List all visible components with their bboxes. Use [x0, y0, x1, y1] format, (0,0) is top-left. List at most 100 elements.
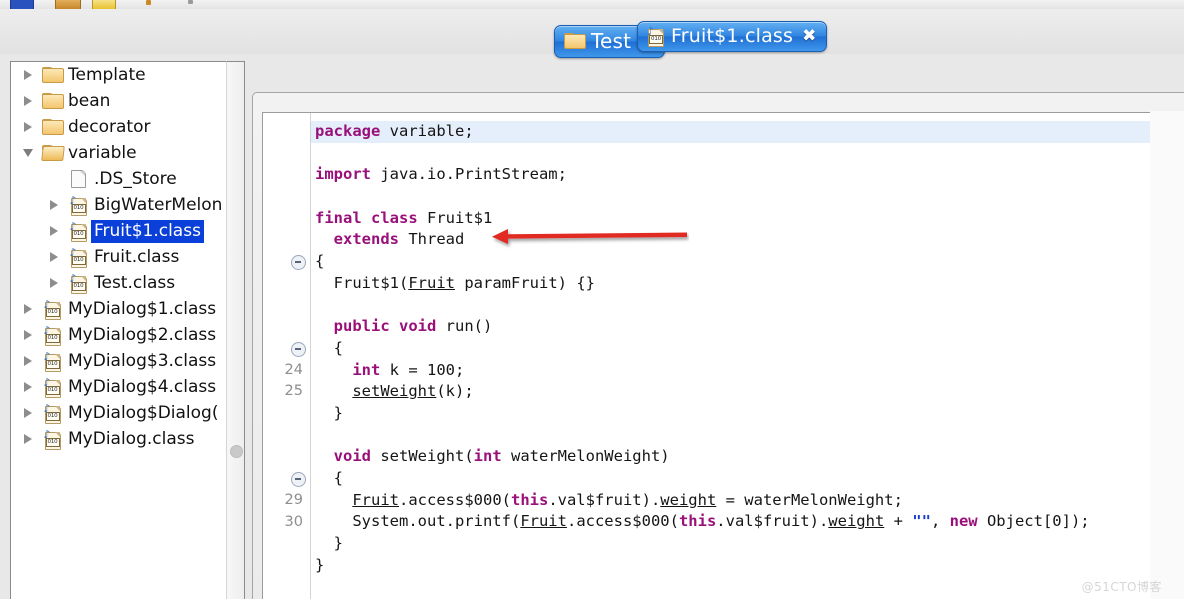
tree-item-icon	[65, 170, 91, 188]
code-token: System.out.printf(	[315, 512, 521, 531]
chevron-right-icon[interactable]	[17, 122, 39, 132]
code-line[interactable]	[311, 295, 1184, 317]
tree-item-label: MyDialog$4.class	[68, 376, 217, 397]
tree-item-mydialog-dialog[interactable]: ♪ 010 MyDialog$Dialog(	[11, 400, 227, 426]
editor-surface[interactable]: 24 25 29 30 package variable; import java.i…	[262, 112, 1184, 603]
editor-gutter[interactable]: 24 25 29 30	[263, 113, 311, 602]
close-icon[interactable]: ✖	[802, 27, 816, 45]
class-file-icon: ♪ 010	[70, 273, 87, 294]
chevron-right-icon[interactable]	[17, 434, 39, 444]
tree-item-ds-store[interactable]: .DS_Store	[11, 166, 227, 192]
chevron-right-icon[interactable]	[43, 226, 65, 236]
tree-item-label: Template	[68, 64, 146, 85]
code-token: paramFruit) {}	[455, 273, 595, 292]
code-line[interactable]	[311, 186, 1184, 208]
chevron-right-icon[interactable]	[43, 252, 65, 262]
code-line[interactable]: System.out.printf(Fruit.access$000(this.…	[311, 511, 1184, 533]
chevron-right-icon[interactable]	[17, 96, 39, 106]
tree-item-bean[interactable]: bean	[11, 88, 227, 114]
file-tree-scrollbar[interactable]	[226, 61, 245, 603]
code-token: .access$000(	[566, 512, 679, 531]
line-number: 24	[284, 361, 303, 378]
code-line[interactable]: }	[311, 403, 1184, 425]
code-line[interactable]: Fruit.access$000(this.val$fruit).weight …	[311, 490, 1184, 512]
tree-item-fruit-1-class[interactable]: ♪ 010 Fruit$1.class	[11, 218, 227, 244]
code-line[interactable]	[311, 143, 1184, 165]
code-line[interactable]: int k = 100;	[311, 360, 1184, 382]
code-token: variable;	[380, 122, 474, 140]
tree-item-variable[interactable]: variable	[11, 140, 227, 166]
class-file-icon: ♪ 010	[44, 429, 61, 450]
code-line[interactable]: {	[311, 251, 1184, 273]
code-line[interactable]: public void run()	[311, 316, 1184, 338]
class-file-icon: ♪ 010	[44, 299, 61, 320]
project-tabbar: Test ✖	[0, 9, 1184, 58]
tree-item-mydialog-4-class[interactable]: ♪ 010 MyDialog$4.class	[11, 374, 227, 400]
code-line[interactable]: setWeight(k);	[311, 381, 1184, 403]
chevron-right-icon[interactable]	[17, 304, 39, 314]
code-line[interactable]: package variable;	[311, 121, 1184, 143]
class-file-icon: ♪ 010	[44, 351, 61, 372]
tree-item-mydialog-2-class[interactable]: ♪ 010 MyDialog$2.class	[11, 322, 227, 348]
tree-item-template[interactable]: Template	[11, 62, 227, 88]
chevron-right-icon[interactable]	[17, 70, 39, 80]
scrollbar-grip[interactable]	[230, 445, 243, 458]
code-line[interactable]: import java.io.PrintStream;	[311, 164, 1184, 186]
code-token: }	[315, 403, 343, 422]
fold-collapse-icon[interactable]	[291, 255, 306, 271]
tree-item-icon	[39, 119, 65, 135]
file-tree-panel[interactable]: Template bean decorator variable .DS_Store ♪ 0…	[10, 61, 227, 603]
tree-item-fruit-class[interactable]: ♪ 010 Fruit.class	[11, 244, 227, 270]
chevron-right-icon[interactable]	[17, 382, 39, 392]
code-line[interactable]	[311, 425, 1184, 447]
code-token: Fruit	[520, 512, 567, 531]
editor-tab-fruit-class[interactable]: ♪ 010 Fruit$1.class ✖	[637, 21, 828, 52]
tree-item-icon: ♪ 010	[65, 273, 91, 294]
tree-item-label: Fruit.class	[94, 246, 180, 267]
tree-item-mydialog-class[interactable]: ♪ 010 MyDialog.class	[11, 426, 227, 452]
line-number: 30	[284, 513, 303, 530]
code-token: weight	[828, 512, 885, 531]
class-file-icon: ♪ 010	[44, 403, 61, 424]
code-token: 0	[1052, 512, 1062, 531]
code-token: int	[473, 447, 502, 466]
tree-item-decorator[interactable]: decorator	[11, 114, 227, 140]
tree-item-mydialog-3-class[interactable]: ♪ 010 MyDialog$3.class	[11, 348, 227, 374]
code-line[interactable]: extends Thread	[311, 229, 1184, 251]
code-area[interactable]: package variable; import java.io.PrintSt…	[311, 113, 1184, 602]
small-dot-icon[interactable]	[146, 0, 151, 5]
fold-collapse-icon[interactable]	[291, 472, 306, 488]
small-grey-dot-icon[interactable]	[188, 0, 193, 4]
chevron-right-icon[interactable]	[17, 408, 39, 418]
code-line[interactable]: {	[311, 338, 1184, 360]
code-token: this	[510, 490, 549, 509]
chevron-right-icon[interactable]	[43, 200, 65, 210]
tree-item-icon: ♪ 010	[39, 325, 65, 346]
tree-item-bigwatermelon[interactable]: ♪ 010 BigWaterMelon	[11, 192, 227, 218]
code-token: }	[315, 555, 325, 574]
code-token: {	[315, 252, 325, 271]
code-token: Object[	[977, 512, 1053, 531]
code-line[interactable]: }	[311, 533, 1184, 555]
code-token: +	[884, 512, 913, 531]
code-line[interactable]: Fruit$1(Fruit paramFruit) {}	[311, 273, 1184, 295]
code-line[interactable]: {	[311, 468, 1184, 490]
code-token: Fruit$1	[417, 208, 493, 227]
tree-item-test-class[interactable]: ♪ 010 Test.class	[11, 270, 227, 296]
fold-collapse-icon[interactable]	[291, 342, 306, 357]
chevron-right-icon[interactable]	[17, 330, 39, 340]
code-line[interactable]: void setWeight(int waterMelonWeight)	[311, 446, 1184, 468]
tree-item-icon: ♪ 010	[65, 247, 91, 268]
chevron-right-icon[interactable]	[17, 356, 39, 366]
code-line[interactable]: final class Fruit$1	[311, 208, 1184, 230]
code-line[interactable]: }	[311, 555, 1184, 577]
code-token: java.io.PrintStream;	[371, 165, 567, 184]
code-token: int	[352, 360, 381, 379]
code-token: }	[315, 534, 343, 553]
chevron-down-icon[interactable]	[17, 149, 39, 157]
chevron-right-icon[interactable]	[43, 278, 65, 288]
tree-item-mydialog-1-class[interactable]: ♪ 010 MyDialog$1.class	[11, 296, 227, 322]
